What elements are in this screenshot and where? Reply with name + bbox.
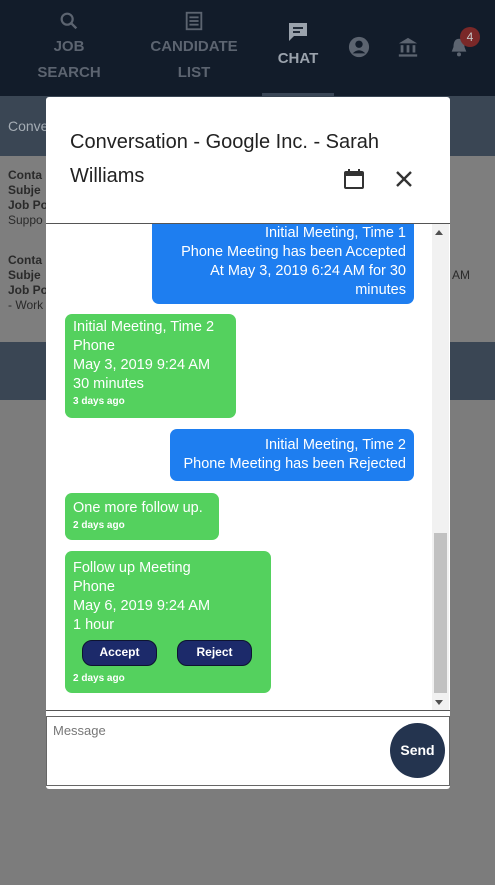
- nav-label: CANDIDATE: [150, 38, 238, 55]
- message-line: Phone Meeting has been Accepted: [181, 244, 406, 260]
- nav-label: SEARCH: [37, 64, 101, 81]
- message-line: Follow up Meeting: [73, 560, 191, 576]
- nav-label: JOB: [53, 38, 85, 55]
- message-line: Phone: [73, 579, 115, 595]
- bg-line: Job Po: [8, 283, 49, 297]
- bg-line: Conta: [8, 253, 42, 267]
- message-timestamp: 2 days ago: [73, 520, 125, 531]
- list-icon: [185, 11, 203, 31]
- scroll-down-arrow-icon[interactable]: [435, 700, 443, 705]
- background-fragment: AM: [452, 268, 470, 282]
- message-line: 1 hour: [73, 617, 115, 633]
- bg-line: - Work: [8, 298, 44, 312]
- message-list[interactable]: Initial Meeting, Time 1 Phone Meeting ha…: [46, 224, 432, 710]
- nav-job-search[interactable]: JOB SEARCH: [26, 0, 112, 96]
- message-outgoing: Initial Meeting, Time 1 Phone Meeting ha…: [152, 224, 414, 304]
- scroll-up-arrow-icon[interactable]: [435, 230, 443, 235]
- message-line: 30 minutes: [73, 376, 144, 392]
- background-block: Conta Subje Job Po - Work: [8, 253, 48, 313]
- close-icon[interactable]: [392, 167, 416, 191]
- messages-divider: [46, 710, 450, 711]
- accept-button[interactable]: Accept: [82, 640, 157, 666]
- reject-button[interactable]: Reject: [177, 640, 252, 666]
- message-incoming-meeting-request: Follow up Meeting Phone May 6, 2019 9:24…: [65, 551, 271, 693]
- message-line: May 3, 2019 9:24 AM: [73, 357, 211, 373]
- message-timestamp: 2 days ago: [73, 673, 125, 684]
- message-line: May 6, 2019 9:24 AM: [73, 598, 211, 614]
- calendar-icon[interactable]: [342, 167, 366, 191]
- message-line: Initial Meeting, Time 1: [264, 225, 406, 241]
- message-line: Phone: [73, 338, 115, 354]
- nav-label: LIST: [177, 64, 211, 81]
- bank-icon[interactable]: [397, 36, 419, 58]
- message-timestamp: 3 days ago: [73, 396, 125, 407]
- message-line: At May 3, 2019 6:24 AM for 30: [210, 263, 406, 279]
- chat-icon: [289, 23, 307, 41]
- message-line: One more follow up.: [73, 500, 203, 516]
- message-line: Initial Meeting, Time 2: [264, 437, 406, 453]
- account-icon[interactable]: [348, 36, 370, 58]
- message-placeholder: Message: [53, 723, 106, 738]
- bg-line: Subje: [8, 268, 41, 282]
- message-line: Initial Meeting, Time 2: [73, 319, 215, 335]
- bg-line: Job Po: [8, 198, 49, 212]
- search-icon: [60, 12, 78, 30]
- message-outgoing: Initial Meeting, Time 2 Phone Meeting ha…: [170, 429, 414, 481]
- bg-line: Suppo: [8, 213, 43, 227]
- bg-line: Subje: [8, 183, 41, 197]
- conversation-modal: Conversation - Google Inc. - Sarah Willi…: [46, 97, 450, 789]
- scrollbar-thumb[interactable]: [434, 533, 447, 693]
- background-header-text: Conve: [8, 118, 49, 134]
- nav-chat[interactable]: CHAT: [262, 0, 334, 96]
- nav-candidate-list[interactable]: CANDIDATE LIST: [146, 0, 242, 96]
- message-line: minutes: [355, 282, 406, 298]
- message-incoming: Initial Meeting, Time 2 Phone May 3, 201…: [65, 314, 236, 418]
- notification-badge: 4: [460, 27, 480, 47]
- nav-label: CHAT: [277, 50, 319, 67]
- send-button[interactable]: Send: [390, 723, 445, 778]
- message-incoming: One more follow up. 2 days ago: [65, 493, 219, 540]
- background-block: Conta Subje Job Po Suppo: [8, 168, 48, 228]
- top-nav: JOB SEARCH CANDIDATE LIST CHAT 4: [0, 0, 495, 96]
- bg-line: Conta: [8, 168, 42, 182]
- message-line: Phone Meeting has been Rejected: [183, 456, 407, 472]
